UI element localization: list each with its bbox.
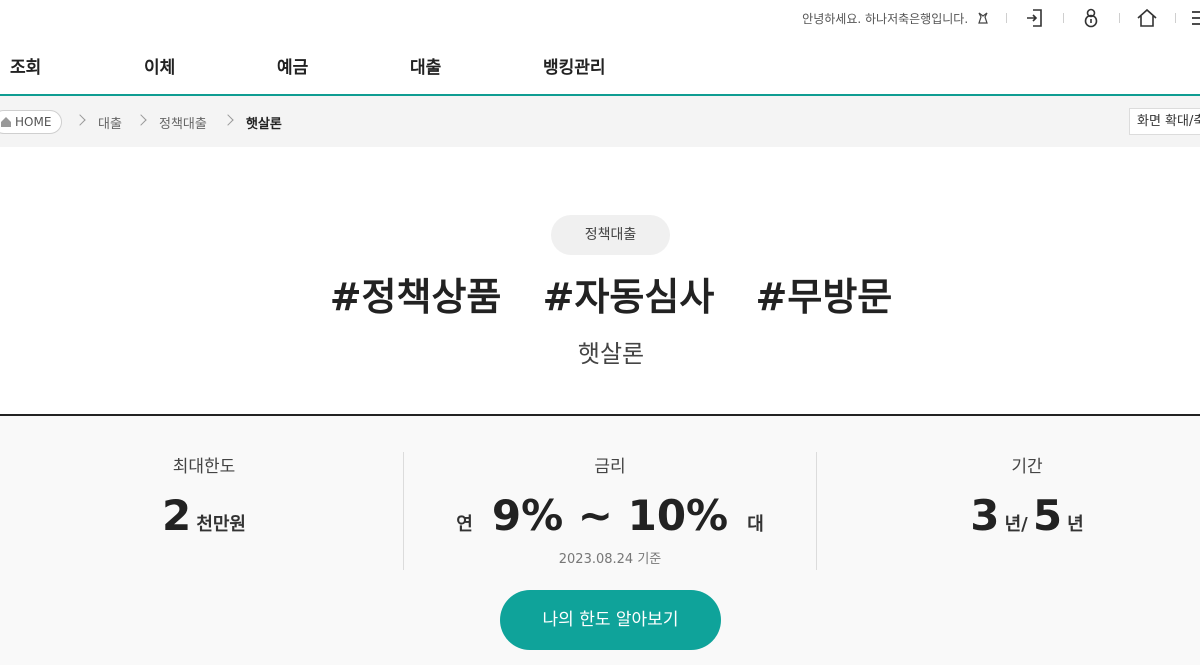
rate-suffix: 대 [747, 514, 764, 535]
utility-bar: 안녕하세요. 하나저축은행입니다. [0, 0, 1200, 36]
rate-value: 연 9% ~ 10% 대 [404, 491, 816, 540]
bank-mascot-icon [978, 12, 988, 24]
nav-item-inquiry[interactable]: 조회 [10, 53, 41, 78]
breadcrumb: HOME 대출 정책대출 햇살론 화면 확대/축소 [0, 96, 1200, 147]
lock-icon[interactable] [1080, 7, 1102, 29]
limit-value: 2 천만원 [5, 491, 403, 540]
limit-amount: 2 [161, 491, 192, 540]
limit-label: 최대한도 [172, 457, 236, 477]
util-divider [1063, 13, 1064, 23]
rate-column: 금리 연 9% ~ 10% 대 2023.08.24 기준 [404, 452, 816, 572]
hashtag-title: #정책상품 #자동심사 #무방문 [0, 266, 1200, 321]
term-label: 기간 [1011, 457, 1043, 477]
breadcrumb-policy-loan[interactable]: 정책대출 [159, 113, 207, 132]
breadcrumb-home[interactable]: HOME [0, 110, 62, 134]
breadcrumb-home-label: HOME [15, 115, 52, 129]
category-badge: 정책대출 [551, 215, 670, 255]
rate-range: 9% ~ 10% [491, 491, 729, 540]
breadcrumb-loan[interactable]: 대출 [98, 113, 122, 132]
nav-item-banking-management[interactable]: 뱅킹관리 [543, 53, 606, 78]
term-max-unit: 년 [1067, 514, 1084, 535]
term-max: 5 [1032, 491, 1063, 540]
check-limit-button[interactable]: 나의 한도 알아보기 [500, 590, 721, 650]
rate-prefix: 연 [456, 514, 473, 535]
breadcrumb-current: 햇살론 [246, 117, 282, 132]
product-name: 햇살론 [577, 340, 645, 368]
util-divider [1006, 13, 1007, 23]
term-value: 3 년/ 5 년 [817, 491, 1200, 540]
nav-item-deposit[interactable]: 예금 [277, 53, 308, 78]
rate-label: 금리 [594, 457, 626, 477]
term-min-unit: 년/ [1004, 514, 1028, 535]
main-nav: 조회 이체 예금 대출 뱅킹관리 [0, 36, 1200, 94]
limit-column: 최대한도 2 천만원 [0, 452, 403, 572]
hashtag: #자동심사 [542, 275, 715, 319]
nav-item-loan[interactable]: 대출 [410, 53, 441, 78]
util-divider [1175, 13, 1176, 23]
zoom-button[interactable]: 화면 확대/축소 [1129, 108, 1200, 135]
limit-unit: 천만원 [196, 514, 246, 535]
chevron-right-icon [135, 114, 147, 126]
home-icon[interactable] [1136, 7, 1158, 29]
util-divider [1119, 13, 1120, 23]
rate-basis-date: 2023.08.24 기준 [558, 552, 662, 567]
nav-item-transfer[interactable]: 이체 [144, 53, 175, 78]
chevron-right-icon [222, 114, 234, 126]
menu-icon[interactable] [1190, 7, 1200, 29]
chevron-right-icon [74, 114, 86, 126]
term-min: 3 [970, 491, 1000, 540]
login-icon[interactable] [1024, 7, 1046, 29]
hashtag: #정책상품 [329, 275, 502, 319]
home-icon [1, 117, 11, 127]
hashtag: #무방문 [755, 275, 893, 319]
greeting-text: 안녕하세요. 하나저축은행입니다. [802, 10, 990, 27]
greeting-label: 안녕하세요. 하나저축은행입니다. [802, 12, 969, 26]
term-column: 기간 3 년/ 5 년 [817, 452, 1200, 572]
